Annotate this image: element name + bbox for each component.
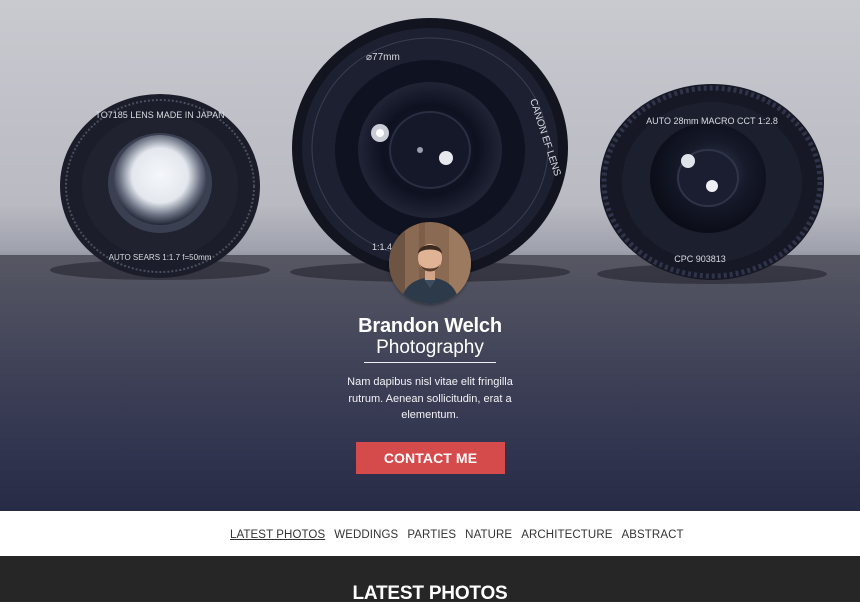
brand-name: Brandon Welch (358, 315, 502, 337)
lens-left: TO7185 LENS MADE IN JAPAN AUTO SEARS 1:1… (60, 94, 260, 278)
lens-right-engraving-bottom: CPC 903813 (674, 254, 726, 264)
lens-center-engraving-top: ⌀77mm (366, 52, 400, 63)
hero-description: Nam dapibus nisl vitae elit fringilla ru… (347, 376, 513, 421)
lens-right: AUTO 28mm MACRO CCT 1:2.8 CPC 903813 (600, 84, 824, 280)
category-nav: LATEST PHOTOS WEDDINGS PARTIES NATURE AR… (0, 511, 860, 556)
hero-section: TO7185 LENS MADE IN JAPAN AUTO SEARS 1:1… (0, 0, 860, 511)
lens-right-engraving-top: AUTO 28mm MACRO CCT 1:2.8 (646, 116, 778, 126)
lens-left-engraving-top: TO7185 LENS MADE IN JAPAN (95, 110, 224, 120)
latest-photos-section: LATEST PHOTOS (0, 556, 860, 604)
profile-avatar (389, 222, 471, 304)
nav-item-parties[interactable]: PARTIES (407, 529, 456, 541)
nav-item-architecture[interactable]: ARCHITECTURE (521, 529, 612, 541)
lens-center-engraving-bottom: 1:1.4 (372, 242, 392, 252)
nav-item-weddings[interactable]: WEDDINGS (334, 529, 398, 541)
nav-item-abstract[interactable]: ABSTRACT (622, 529, 684, 541)
contact-me-button[interactable]: CONTACT ME (356, 442, 505, 474)
lens-left-engraving-bottom: AUTO SEARS 1:1.7 f=50mm (109, 253, 212, 262)
title-divider (364, 362, 496, 363)
nav-item-latest-photos[interactable]: LATEST PHOTOS (230, 529, 325, 541)
nav-item-nature[interactable]: NATURE (465, 529, 512, 541)
brand-subtitle: Photography (376, 337, 484, 358)
